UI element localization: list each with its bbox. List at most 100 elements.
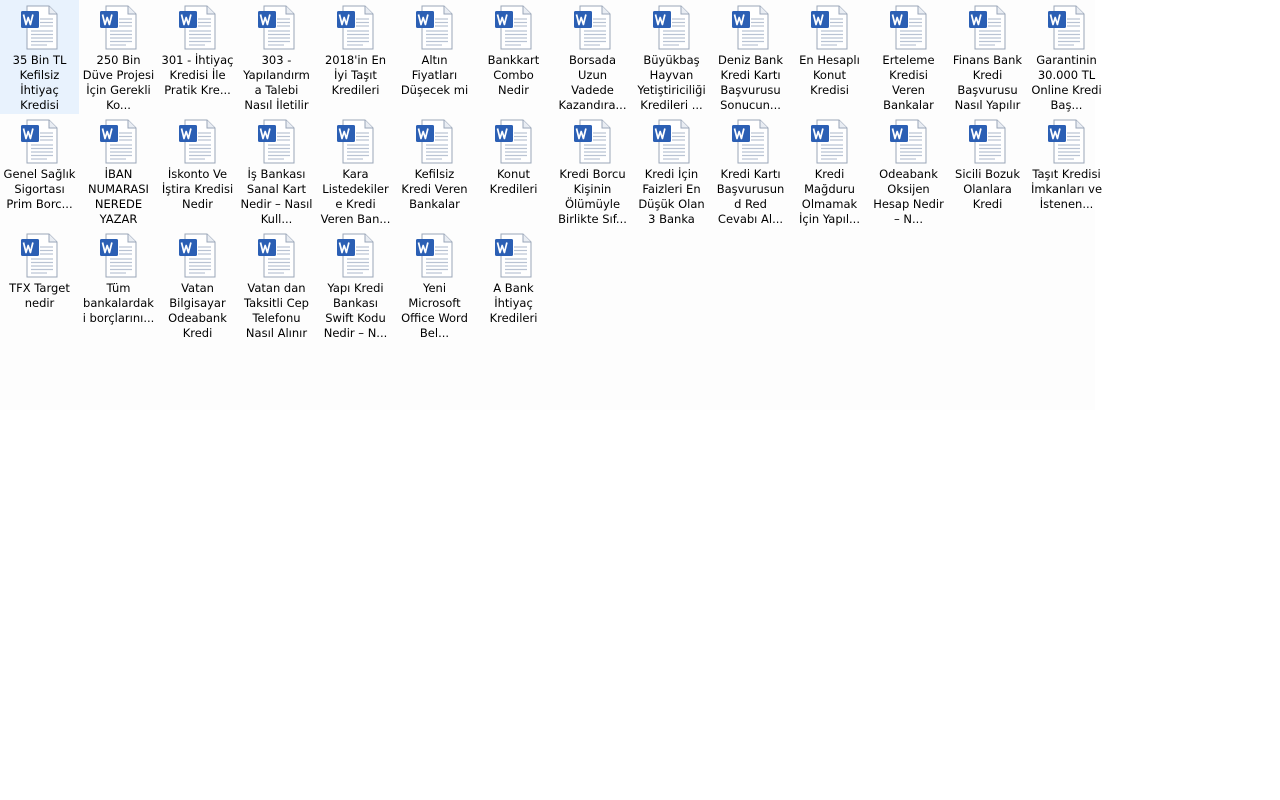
word-document-icon (727, 3, 775, 51)
file-item[interactable]: Kefilsiz Kredi Veren Bankalar (395, 114, 474, 228)
file-label: İş Bankası Sanal Kart Nedir – Nasıl Kull… (240, 167, 313, 226)
file-label: Büyükbaş Hayvan Yetiştiriciliği Krediler… (637, 53, 706, 112)
folder-view[interactable]: 35 Bin TL Kefilsiz İhtiyaç Kredisi 250 Bi… (0, 0, 1102, 410)
file-item[interactable]: Altın Fiyatları Düşecek mi (395, 0, 474, 114)
file-label: Vatan Bilgisayar Odeabank Kredi (168, 281, 227, 340)
file-label: Erteleme Kredisi Veren Bankalar (882, 53, 935, 112)
word-document-icon (174, 231, 222, 279)
word-document-icon (253, 231, 301, 279)
file-item[interactable]: Vatan Bilgisayar Odeabank Kredi (158, 228, 237, 342)
file-item[interactable]: Konut Kredileri (474, 114, 553, 228)
file-item[interactable]: Tüm bankalardaki borçlarını... (79, 228, 158, 342)
file-item[interactable]: Borsada Uzun Vadede Kazandıra... (553, 0, 632, 114)
file-item[interactable]: İBAN NUMARASI NEREDE YAZAR (79, 114, 158, 228)
word-document-icon (1043, 117, 1091, 165)
file-item[interactable]: Finans Bank Kredi Başvurusu Nasıl Yapılı… (948, 0, 1027, 114)
word-document-icon (411, 231, 459, 279)
file-label: Genel Sağlık Sigortası Prim Borc... (3, 167, 76, 211)
file-label: Odeabank Oksijen Hesap Nedir – N... (873, 167, 944, 226)
word-document-icon (885, 3, 933, 51)
word-document-icon (332, 117, 380, 165)
word-document-icon (253, 3, 301, 51)
word-document-icon (16, 231, 64, 279)
file-label: 301 - İhtiyaç Kredisi İle Pratik Kre... (161, 53, 234, 97)
word-document-icon (806, 117, 854, 165)
file-label: Sicili Bozuk Olanlara Kredi (955, 167, 1020, 211)
file-label: Kredi Kartı Başvurusund Red Cevabı Al... (716, 167, 785, 226)
file-item[interactable]: Odeabank Oksijen Hesap Nedir – N... (869, 114, 948, 228)
file-item[interactable]: Kredi İçin Faizleri En Düşük Olan 3 Bank… (632, 114, 711, 228)
word-document-icon (806, 3, 854, 51)
file-label: Kara Listedekilere Kredi Veren Ban... (320, 167, 391, 226)
word-document-icon (648, 3, 696, 51)
file-item[interactable]: 35 Bin TL Kefilsiz İhtiyaç Kredisi (0, 0, 79, 114)
file-label: Kredi Borcu Kişinin Ölümüyle Birlikte Sı… (558, 167, 627, 226)
file-label: Kredi Mağduru Olmamak İçin Yapıl... (799, 167, 860, 226)
file-label: Borsada Uzun Vadede Kazandıra... (558, 53, 627, 112)
word-document-icon (411, 3, 459, 51)
word-document-icon (332, 3, 380, 51)
word-document-icon (16, 117, 64, 165)
file-label: 35 Bin TL Kefilsiz İhtiyaç Kredisi (12, 53, 67, 112)
file-item[interactable]: Genel Sağlık Sigortası Prim Borc... (0, 114, 79, 228)
file-label: İBAN NUMARASI NEREDE YAZAR (88, 167, 149, 226)
file-label: Taşıt Kredisi İmkanları ve İstenen... (1030, 167, 1103, 211)
file-item[interactable]: 301 - İhtiyaç Kredisi İle Pratik Kre... (158, 0, 237, 114)
word-document-icon (885, 117, 933, 165)
file-item[interactable]: Büyükbaş Hayvan Yetiştiriciliği Krediler… (632, 0, 711, 114)
file-item[interactable]: En Hesaplı Konut Kredisi (790, 0, 869, 114)
file-label: Tüm bankalardaki borçlarını... (82, 281, 155, 325)
file-label: İskonto Ve İştira Kredisi Nedir (161, 167, 234, 211)
file-label: Bankkart Combo Nedir (487, 53, 540, 97)
file-label: Finans Bank Kredi Başvurusu Nasıl Yapılı… (952, 53, 1023, 112)
file-item[interactable]: 303 - Yapılandırma Talebi Nasıl İletilir (237, 0, 316, 114)
word-document-icon (490, 117, 538, 165)
file-label: Deniz Bank Kredi Kartı Başvurusu Sonucun… (718, 53, 783, 112)
word-document-icon (1043, 3, 1091, 51)
word-document-icon (95, 231, 143, 279)
word-document-icon (964, 117, 1012, 165)
file-item[interactable]: Kredi Borcu Kişinin Ölümüyle Birlikte Sı… (553, 114, 632, 228)
file-item[interactable]: A Bank İhtiyaç Kredileri (474, 228, 553, 342)
file-label: 250 Bin Düve Projesi İçin Gerekli Ko... (82, 53, 155, 112)
word-document-icon (95, 3, 143, 51)
file-item[interactable]: TFX Target nedir (0, 228, 79, 342)
word-document-icon (569, 3, 617, 51)
word-document-icon (95, 117, 143, 165)
file-label: Garantinin 30.000 TL Online Kredi Baş... (1031, 53, 1102, 112)
file-item[interactable]: Kara Listedekilere Kredi Veren Ban... (316, 114, 395, 228)
file-label: Kefilsiz Kredi Veren Bankalar (401, 167, 468, 211)
file-item[interactable]: Kredi Kartı Başvurusund Red Cevabı Al... (711, 114, 790, 228)
file-label: Vatan dan Taksitli Cep Telefonu Nasıl Al… (244, 281, 309, 340)
word-document-icon (411, 117, 459, 165)
file-item[interactable]: Yapı Kredi Bankası Swift Kodu Nedir – N.… (316, 228, 395, 342)
word-document-icon (727, 117, 775, 165)
file-item[interactable]: Garantinin 30.000 TL Online Kredi Baş... (1027, 0, 1106, 114)
file-label: A Bank İhtiyaç Kredileri (489, 281, 538, 325)
file-label: 2018'in En İyi Taşıt Kredileri (324, 53, 387, 97)
word-document-icon (648, 117, 696, 165)
word-document-icon (332, 231, 380, 279)
file-item[interactable]: Deniz Bank Kredi Kartı Başvurusu Sonucun… (711, 0, 790, 114)
file-grid: 35 Bin TL Kefilsiz İhtiyaç Kredisi 250 Bi… (0, 0, 1102, 342)
file-label: 303 - Yapılandırma Talebi Nasıl İletilir (243, 53, 310, 112)
file-item[interactable]: Yeni Microsoft Office Word Bel... (395, 228, 474, 342)
word-document-icon (490, 231, 538, 279)
file-item[interactable]: Sicili Bozuk Olanlara Kredi (948, 114, 1027, 228)
file-label: Kredi İçin Faizleri En Düşük Olan 3 Bank… (638, 167, 705, 226)
file-item[interactable]: İş Bankası Sanal Kart Nedir – Nasıl Kull… (237, 114, 316, 228)
file-item[interactable]: Bankkart Combo Nedir (474, 0, 553, 114)
file-item[interactable]: Kredi Mağduru Olmamak İçin Yapıl... (790, 114, 869, 228)
file-item[interactable]: 250 Bin Düve Projesi İçin Gerekli Ko... (79, 0, 158, 114)
file-item[interactable]: Vatan dan Taksitli Cep Telefonu Nasıl Al… (237, 228, 316, 342)
file-label: Yeni Microsoft Office Word Bel... (401, 281, 468, 340)
file-item[interactable]: İskonto Ve İştira Kredisi Nedir (158, 114, 237, 228)
word-document-icon (964, 3, 1012, 51)
file-item[interactable]: Erteleme Kredisi Veren Bankalar (869, 0, 948, 114)
file-label: En Hesaplı Konut Kredisi (799, 53, 860, 97)
file-item[interactable]: Taşıt Kredisi İmkanları ve İstenen... (1027, 114, 1106, 228)
word-document-icon (174, 3, 222, 51)
file-label: Yapı Kredi Bankası Swift Kodu Nedir – N.… (323, 281, 388, 340)
file-item[interactable]: 2018'in En İyi Taşıt Kredileri (316, 0, 395, 114)
file-label: TFX Target nedir (9, 281, 70, 310)
